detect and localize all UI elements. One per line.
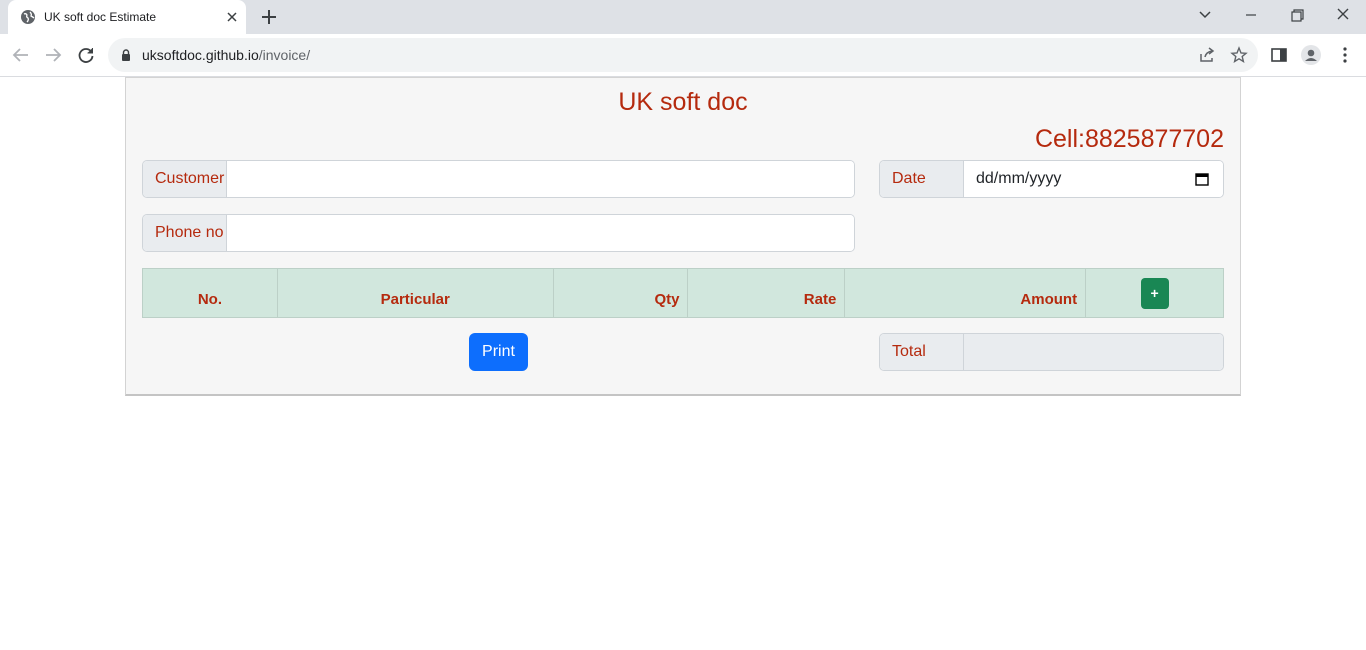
phone-input[interactable] (227, 215, 854, 251)
col-amount: Amount (844, 268, 1087, 318)
menu-dots-icon[interactable] (1335, 45, 1355, 65)
calendar-icon[interactable] (1195, 172, 1209, 186)
side-panel-icon[interactable] (1269, 45, 1289, 65)
minimize-icon[interactable] (1238, 4, 1264, 26)
bookmark-star-icon[interactable] (1230, 46, 1248, 64)
date-label: Date (880, 161, 964, 197)
address-bar[interactable]: uksoftdoc.github.io/invoice/ (108, 38, 1258, 72)
date-group: Date dd/mm/yyyy (879, 160, 1224, 198)
close-tab-icon[interactable] (224, 9, 240, 25)
col-particular: Particular (276, 268, 554, 318)
new-tab-icon[interactable] (258, 6, 280, 28)
url-host: uksoftdoc.github.io (142, 47, 259, 63)
customer-label: Customer (143, 161, 227, 197)
tab-search-icon[interactable] (1192, 4, 1218, 26)
brand-title: UK soft doc (618, 88, 748, 116)
total-group: Total (879, 333, 1224, 371)
phone-label: Phone no (143, 215, 227, 251)
tab-strip: UK soft doc Estimate (0, 0, 1366, 34)
total-input[interactable] (964, 334, 1223, 370)
tab-title: UK soft doc Estimate (44, 10, 157, 24)
phone-group: Phone no (142, 214, 855, 252)
print-button[interactable]: Print (469, 333, 528, 371)
lock-icon[interactable] (120, 49, 132, 61)
back-icon[interactable] (10, 44, 32, 66)
globe-icon (21, 10, 35, 24)
browser-tab[interactable]: UK soft doc Estimate (8, 0, 246, 34)
restore-icon[interactable] (1284, 4, 1310, 26)
items-table: No. Particular Qty Rate Amount + (142, 268, 1224, 318)
date-placeholder: dd/mm/yyyy (976, 170, 1062, 187)
col-action: + (1085, 268, 1224, 318)
browser-toolbar: uksoftdoc.github.io/invoice/ (0, 34, 1366, 77)
items-header-row: No. Particular Qty Rate Amount + (142, 268, 1224, 318)
url-text[interactable]: uksoftdoc.github.io/invoice/ (142, 47, 310, 63)
total-label: Total (880, 334, 964, 370)
close-window-icon[interactable] (1330, 4, 1356, 26)
date-input[interactable]: dd/mm/yyyy (964, 161, 1223, 197)
url-path: /invoice/ (258, 47, 311, 63)
reload-icon[interactable] (75, 44, 97, 66)
profile-avatar-icon[interactable] (1301, 45, 1321, 65)
invoice-card: UK soft doc Cell:8825877702 Customer Dat… (125, 77, 1241, 396)
add-row-button[interactable]: + (1140, 277, 1169, 309)
col-qty: Qty (552, 268, 689, 318)
cell-number: Cell:8825877702 (1034, 125, 1224, 153)
forward-icon[interactable] (42, 44, 64, 66)
customer-group: Customer (142, 160, 855, 198)
customer-input[interactable] (227, 161, 854, 197)
col-rate: Rate (687, 268, 846, 318)
share-icon[interactable] (1198, 46, 1216, 64)
col-no: No. (142, 268, 278, 318)
